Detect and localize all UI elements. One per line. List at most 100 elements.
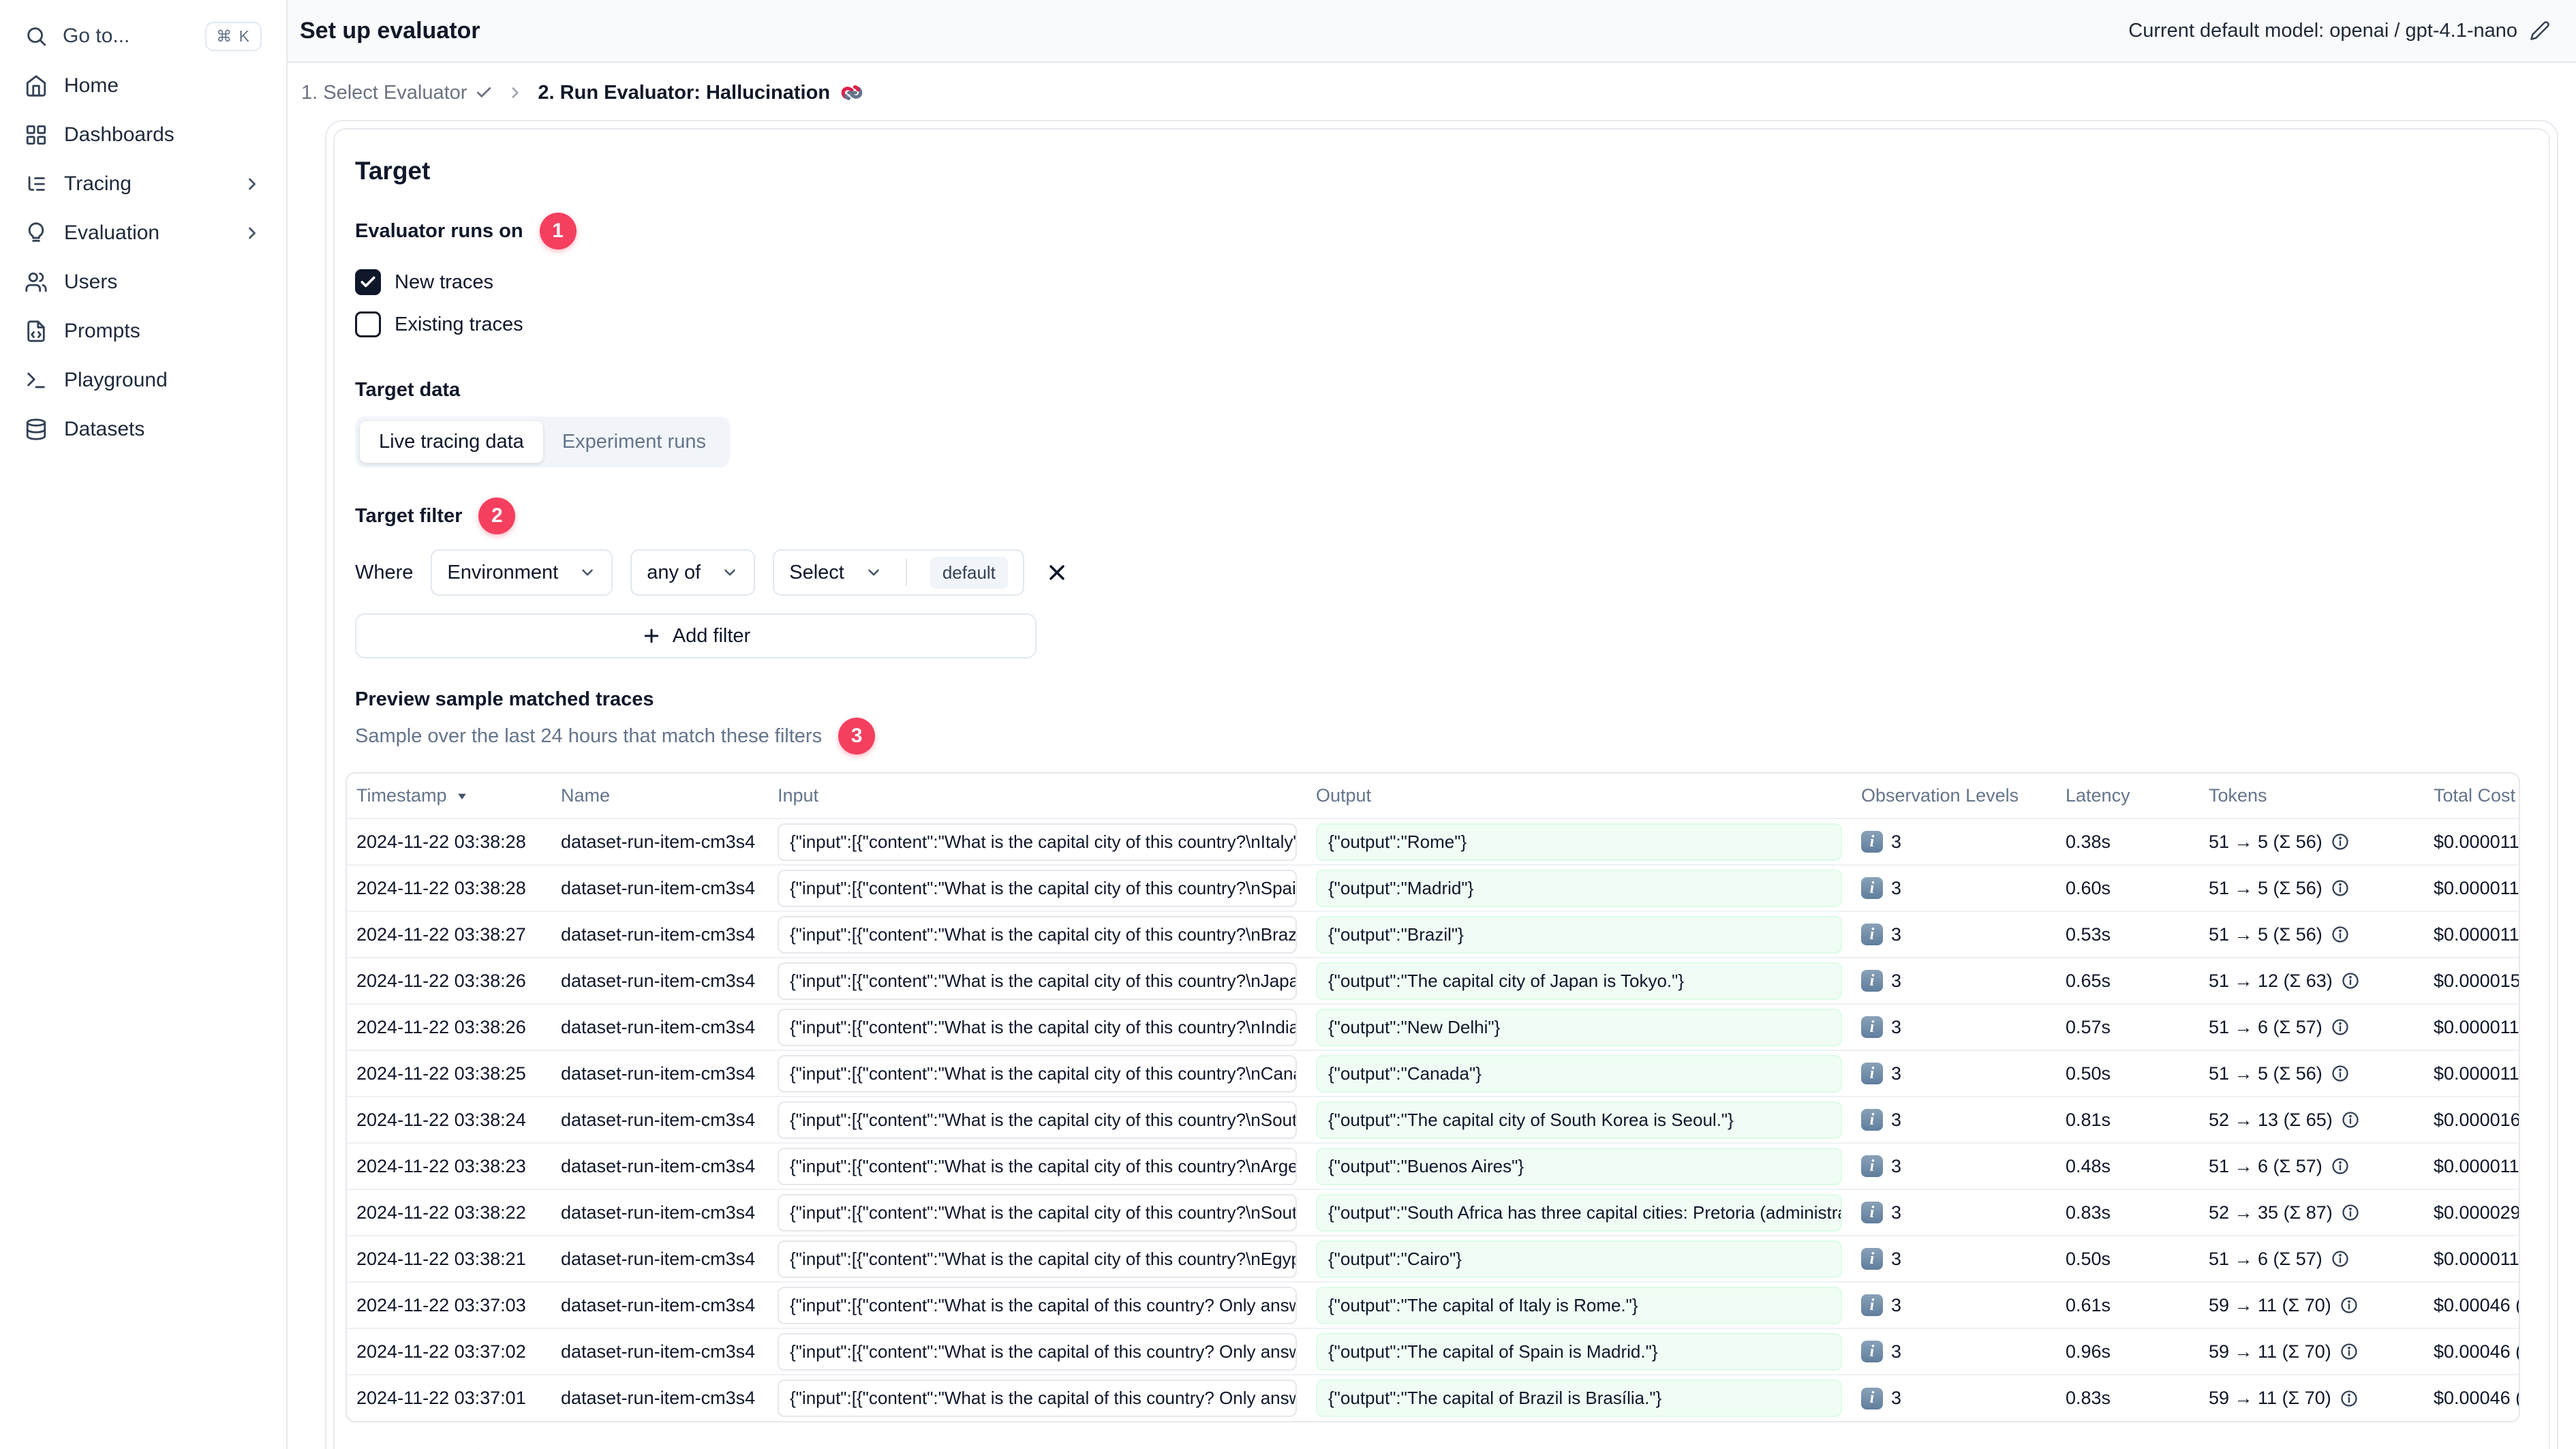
info-icon[interactable] xyxy=(2341,971,2360,990)
table-row[interactable]: 2024-11-22 03:38:26 dataset-run-item-cm3… xyxy=(347,958,2519,1005)
table-row[interactable]: 2024-11-22 03:37:01 dataset-run-item-cm3… xyxy=(347,1375,2519,1421)
input-cell[interactable]: {"input":[{"content":"What is the capita… xyxy=(778,869,1297,907)
col-latency[interactable]: Latency xyxy=(2056,774,2199,819)
output-cell[interactable]: {"output":"South Africa has three capita… xyxy=(1316,1193,1842,1232)
col-output[interactable]: Output xyxy=(1306,774,1852,819)
sidebar-item-tracing[interactable]: Tracing xyxy=(15,159,271,209)
output-cell[interactable]: {"output":"Canada"} xyxy=(1316,1054,1842,1093)
sidebar-item-users[interactable]: Users xyxy=(15,258,271,307)
output-cell[interactable]: {"output":"The capital of Brazil is Bras… xyxy=(1316,1379,1842,1417)
output-cell[interactable]: {"output":"The capital city of South Kor… xyxy=(1316,1101,1842,1139)
add-filter-button[interactable]: Add filter xyxy=(355,613,1037,658)
info-icon[interactable] xyxy=(2331,1018,2350,1037)
info-icon[interactable] xyxy=(2331,1249,2350,1268)
input-cell[interactable]: {"input":[{"content":"What is the capita… xyxy=(778,1240,1297,1278)
table-row[interactable]: 2024-11-22 03:38:27 dataset-run-item-cm3… xyxy=(347,911,2519,958)
output-cell[interactable]: {"output":"Madrid"} xyxy=(1316,869,1842,907)
info-square-icon: i xyxy=(1861,970,1883,992)
table-row[interactable]: 2024-11-22 03:37:03 dataset-run-item-cm3… xyxy=(347,1282,2519,1329)
table-row[interactable]: 2024-11-22 03:38:23 dataset-run-item-cm3… xyxy=(347,1143,2519,1190)
users-icon xyxy=(25,271,48,294)
output-cell[interactable]: {"output":"The capital city of Japan is … xyxy=(1316,962,1842,1000)
playground-icon xyxy=(25,369,48,392)
cost-cell: $0.000011 ( xyxy=(2424,1050,2519,1097)
info-icon[interactable] xyxy=(2341,1203,2360,1222)
table-row[interactable]: 2024-11-22 03:38:22 dataset-run-item-cm3… xyxy=(347,1189,2519,1236)
output-cell[interactable]: {"output":"Buenos Aires"} xyxy=(1316,1147,1842,1185)
table-row[interactable]: 2024-11-22 03:38:21 dataset-run-item-cm3… xyxy=(347,1236,2519,1283)
output-cell[interactable]: {"output":"The capital of Spain is Madri… xyxy=(1316,1332,1842,1371)
info-icon[interactable] xyxy=(2331,925,2350,944)
info-icon[interactable] xyxy=(2340,1296,2359,1315)
sidebar-item-prompts[interactable]: Prompts xyxy=(15,307,271,356)
sidebar-item-evaluation[interactable]: Evaluation xyxy=(15,209,271,258)
info-icon[interactable] xyxy=(2331,832,2350,851)
remove-filter-icon[interactable] xyxy=(1045,560,1069,585)
info-icon[interactable] xyxy=(2331,1157,2350,1176)
input-cell[interactable]: {"input":[{"content":"What is the capita… xyxy=(778,823,1297,861)
info-icon[interactable] xyxy=(2331,1064,2350,1083)
latency-cell: 0.50s xyxy=(2056,1050,2199,1097)
sidebar: Go to... ⌘ K Home Dashboards Tracing Eva… xyxy=(0,0,288,1449)
observation-level-value: 3 xyxy=(1891,831,1902,852)
col-tokens[interactable]: Tokens xyxy=(2199,774,2424,819)
evaluation-icon xyxy=(25,222,48,245)
breadcrumb-step-2[interactable]: 2. Run Evaluator: Hallucination xyxy=(538,80,864,105)
info-icon[interactable] xyxy=(2341,1110,2360,1129)
input-cell[interactable]: {"input":[{"content":"What is the capita… xyxy=(778,1054,1297,1093)
col-input[interactable]: Input xyxy=(768,774,1306,819)
checkbox-checked xyxy=(355,269,381,295)
breadcrumb-step-1[interactable]: 1. Select Evaluator xyxy=(301,82,493,104)
input-cell[interactable]: {"input":[{"content":"What is the capita… xyxy=(778,962,1297,1000)
goto-search[interactable]: Go to... ⌘ K xyxy=(15,11,271,61)
info-icon[interactable] xyxy=(2340,1389,2359,1408)
table-row[interactable]: 2024-11-22 03:38:28 dataset-run-item-cm3… xyxy=(347,865,2519,912)
checkbox-new-traces[interactable]: New traces xyxy=(355,264,2528,300)
sidebar-item-label: Home xyxy=(64,74,119,97)
info-icon[interactable] xyxy=(2340,1342,2359,1361)
input-cell[interactable]: {"input":[{"content":"What is the capita… xyxy=(778,1332,1297,1371)
tab-live-tracing-data[interactable]: Live tracing data xyxy=(360,421,543,463)
filter-column-select[interactable]: Environment xyxy=(431,549,613,596)
edit-model-icon[interactable] xyxy=(2530,20,2550,41)
table-row[interactable]: 2024-11-22 03:38:24 dataset-run-item-cm3… xyxy=(347,1097,2519,1144)
preview-title: Preview sample matched traces xyxy=(355,688,654,710)
cost-cell: $0.000029 xyxy=(2424,1189,2519,1236)
input-cell[interactable]: {"input":[{"content":"What is the capita… xyxy=(778,1193,1297,1232)
output-cell[interactable]: {"output":"The capital of Italy is Rome.… xyxy=(1316,1286,1842,1324)
timestamp-cell: 2024-11-22 03:38:21 xyxy=(347,1236,551,1283)
observation-level-value: 3 xyxy=(1891,1294,1902,1315)
sidebar-item-home[interactable]: Home xyxy=(15,61,271,110)
sidebar-item-dashboards[interactable]: Dashboards xyxy=(15,110,271,159)
table-row[interactable]: 2024-11-22 03:38:28 dataset-run-item-cm3… xyxy=(347,819,2519,866)
input-cell[interactable]: {"input":[{"content":"What is the capita… xyxy=(778,915,1297,954)
output-cell[interactable]: {"output":"Brazil"} xyxy=(1316,915,1842,954)
table-row[interactable]: 2024-11-22 03:38:26 dataset-run-item-cm3… xyxy=(347,1004,2519,1051)
timestamp-cell: 2024-11-22 03:38:24 xyxy=(347,1097,551,1144)
input-cell[interactable]: {"input":[{"content":"What is the capita… xyxy=(778,1379,1297,1417)
output-cell[interactable]: {"output":"New Delhi"} xyxy=(1316,1008,1842,1046)
checkbox-existing-traces[interactable]: Existing traces xyxy=(355,307,2528,342)
output-cell[interactable]: {"output":"Cairo"} xyxy=(1316,1240,1842,1278)
table-row[interactable]: 2024-11-22 03:37:02 dataset-run-item-cm3… xyxy=(347,1328,2519,1375)
col-timestamp[interactable]: Timestamp xyxy=(347,774,551,819)
sidebar-item-playground[interactable]: Playground xyxy=(15,356,271,405)
col-observation-levels[interactable]: Observation Levels xyxy=(1852,774,2056,819)
input-cell[interactable]: {"input":[{"content":"What is the capita… xyxy=(778,1147,1297,1185)
col-total-cost[interactable]: Total Cost xyxy=(2424,774,2519,819)
filter-operator-select[interactable]: any of xyxy=(630,549,756,596)
default-model-label: Current default model: openai / gpt-4.1-… xyxy=(2128,19,2517,42)
table-row[interactable]: 2024-11-22 03:38:25 dataset-run-item-cm3… xyxy=(347,1050,2519,1097)
input-cell[interactable]: {"input":[{"content":"What is the capita… xyxy=(778,1101,1297,1139)
info-icon[interactable] xyxy=(2331,879,2350,898)
sidebar-item-datasets[interactable]: Datasets xyxy=(15,405,271,454)
timestamp-cell: 2024-11-22 03:37:01 xyxy=(356,1388,526,1408)
input-cell[interactable]: {"input":[{"content":"What is the capita… xyxy=(778,1008,1297,1046)
col-name[interactable]: Name xyxy=(551,774,768,819)
output-cell[interactable]: {"output":"Rome"} xyxy=(1316,823,1842,861)
input-cell[interactable]: {"input":[{"content":"What is the capita… xyxy=(778,1286,1297,1324)
filter-value-select[interactable]: Select default xyxy=(773,549,1024,596)
chevron-right-icon xyxy=(243,174,262,194)
tab-experiment-runs[interactable]: Experiment runs xyxy=(543,421,725,463)
timestamp-cell: 2024-11-22 03:38:25 xyxy=(347,1050,551,1097)
